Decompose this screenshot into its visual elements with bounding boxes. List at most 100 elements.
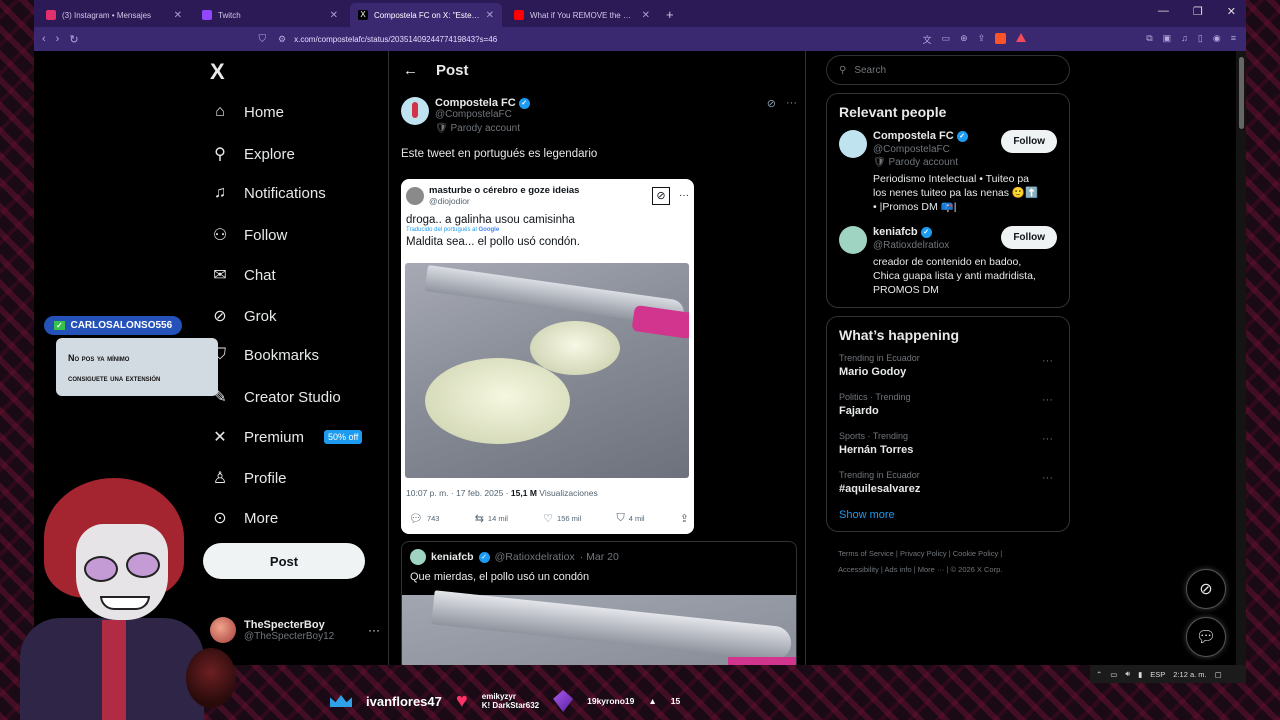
follow-button[interactable]: Follow [1001,130,1057,153]
share-icon[interactable]: ⇪ [978,33,986,46]
nav-notifications[interactable]: ♫ Notifications [210,184,326,202]
person-item[interactable]: keniafcb ✓ @Ratioxdelratiox creador de c… [839,226,1057,297]
sidebar-icon[interactable]: ▯ [1198,33,1203,46]
back-arrow-icon[interactable]: ← [403,62,418,79]
close-icon[interactable]: ✕ [174,10,182,21]
maximize-icon[interactable]: ❐ [1193,5,1203,18]
extensions-icon[interactable]: ⧉ [1146,33,1152,46]
footer-line[interactable]: Terms of Service | Privacy Policy | Cook… [838,546,1070,562]
avatar [210,617,236,643]
reload-icon[interactable]: ↻ [69,33,78,46]
nav-creator-studio[interactable]: ✎ Creator Studio [210,387,340,407]
volume-icon[interactable]: 🔊︎ [1125,669,1130,679]
trend-item[interactable]: Trending in Ecuador #aquilesalvarez ··· [839,470,1057,495]
nav-label: Premium [244,428,305,446]
nav-explore[interactable]: ⚲ Explore [210,144,295,164]
follow-button[interactable]: Follow [1001,226,1057,249]
nav-profile[interactable]: ♙ Profile [210,468,287,488]
account-switcher[interactable]: TheSpecterBoy @TheSpecterBoy12 ··· [210,617,380,643]
author-handle[interactable]: @CompostelaFC [435,109,530,120]
more-dots-icon[interactable]: ··· [1042,472,1053,484]
close-icon[interactable]: ✕ [486,10,494,21]
person-item[interactable]: Compostela FC ✓ @CompostelaFC 🛡︎ Parody … [839,130,1057,214]
more-dots-icon[interactable]: ··· [1042,355,1053,367]
rewards-icon[interactable] [1016,32,1027,42]
verified-badge-icon: ✓ [956,130,968,142]
like-count: 156 mil [557,514,582,523]
trend-item[interactable]: Sports · Trending Hernán Torres ··· [839,431,1057,456]
nav-label: More [244,509,279,527]
forward-icon[interactable]: › [56,33,60,46]
page-scrollbar[interactable] [1236,51,1246,665]
nav-follow[interactable]: ⚇ Follow [210,225,288,245]
grok-icon[interactable]: ⊘ [767,97,776,134]
reply-tweet[interactable]: keniafcb ✓ @Ratioxdelratiox · Mar 20 Que… [401,541,797,665]
nav-premium[interactable]: ✕ Premium 50% off [210,427,363,447]
x-logo-icon[interactable]: X [210,59,225,85]
nav-grok[interactable]: ⊘ Grok [210,306,276,326]
more-dots-icon[interactable]: ··· [786,97,797,134]
reply-author-name[interactable]: keniafcb [431,551,474,563]
post-button[interactable]: Post [203,543,365,579]
tab-instagram[interactable]: (3) Instagram • Mensajes ✕ [38,3,190,27]
screen-icon[interactable]: ▭ [942,33,951,46]
brave-shield-icon[interactable] [995,32,1007,44]
show-more-link[interactable]: Show more [839,509,1057,521]
more-dots-icon[interactable]: ··· [368,623,380,637]
zoom-icon[interactable]: ⊕ [960,33,968,46]
nav-bookmarks[interactable]: ⛉ Bookmarks [210,346,319,364]
close-window-icon[interactable]: ✕ [1227,5,1236,18]
x-premium-icon: ✕ [213,429,227,446]
network-icon[interactable]: ▭ [1110,670,1117,679]
url-field[interactable]: ⚙ x.com/compostelafc/status/203514092447… [278,30,923,48]
reply-photo[interactable] [402,590,796,665]
music-icon[interactable]: ♫ [1181,33,1188,46]
grok-fab-icon[interactable]: ⊘ [1186,569,1226,609]
search-input[interactable]: ⚲ Search [826,55,1070,85]
nav-more[interactable]: ⊙ More [210,508,278,528]
wallet-icon[interactable]: ▣ [1163,33,1172,46]
footer-line[interactable]: Accessibility | Ads info | More ··· | © … [838,562,1070,578]
reply-author-handle[interactable]: @Ratioxdelratiox [495,551,575,563]
bookmark-page-icon[interactable]: ⛉ [259,34,267,45]
relevant-people-title: Relevant people [839,104,947,120]
notification-icon[interactable]: ▢ [1215,670,1222,679]
trend-item[interactable]: Politics · Trending Fajardo ··· [839,392,1057,417]
new-tab-icon[interactable]: + [666,7,674,22]
language-indicator[interactable]: ESP [1150,670,1165,679]
scrollbar-thumb[interactable] [1239,57,1244,129]
embed-likes: ♡ 156 mil [543,512,581,525]
trend-item[interactable]: Trending in Ecuador Mario Godoy ··· [839,353,1057,378]
close-icon[interactable]: ✕ [642,10,650,21]
translate-icon[interactable]: 文 [923,33,932,46]
close-icon[interactable]: ✕ [330,10,338,21]
nav-home[interactable]: ⌂ Home [210,103,284,121]
back-icon[interactable]: ‹ [42,33,46,46]
leo-icon[interactable]: ◉ [1213,33,1221,46]
site-settings-icon[interactable]: ⚙ [278,34,286,45]
avatar[interactable] [401,97,429,125]
avatar[interactable] [410,549,426,565]
avatar[interactable] [839,130,867,158]
minimize-icon[interactable]: — [1158,5,1169,18]
author-name-row[interactable]: Compostela FC ✓ [435,97,530,109]
nav-label: Notifications [244,184,326,202]
messages-fab-icon[interactable]: 💬︎ [1186,617,1226,657]
chat-line: consiguete una extensión [68,373,161,383]
chevron-up-icon[interactable]: ⌃ [1096,670,1102,679]
more-dots-icon[interactable]: ··· [1042,433,1053,445]
nav-chat[interactable]: ✉ Chat [210,265,275,285]
retweet-count: 14 mil [487,514,508,523]
tab-twitch[interactable]: Twitch ✕ [194,3,346,27]
avatar[interactable] [839,226,867,254]
tab-x[interactable]: X Compostela FC on X: "Este twee ✕ [350,3,502,27]
embedded-tweet-image[interactable]: masturbe o cérebro e goze ideias @diojod… [401,179,694,534]
tab-youtube[interactable]: What if You REMOVE the Darkness in ✕ [506,3,658,27]
more-dots-icon[interactable]: ··· [1042,394,1053,406]
youtube-icon [514,10,524,20]
clock[interactable]: 2:12 a. m. [1173,670,1206,679]
menu-icon[interactable]: ≡ [1231,33,1236,46]
battery-icon[interactable]: ▮ [1138,670,1142,679]
trend-name: Mario Godoy [839,366,907,378]
right-sidebar: ⚲ Search Relevant people Compostela FC ✓… [826,51,1070,578]
